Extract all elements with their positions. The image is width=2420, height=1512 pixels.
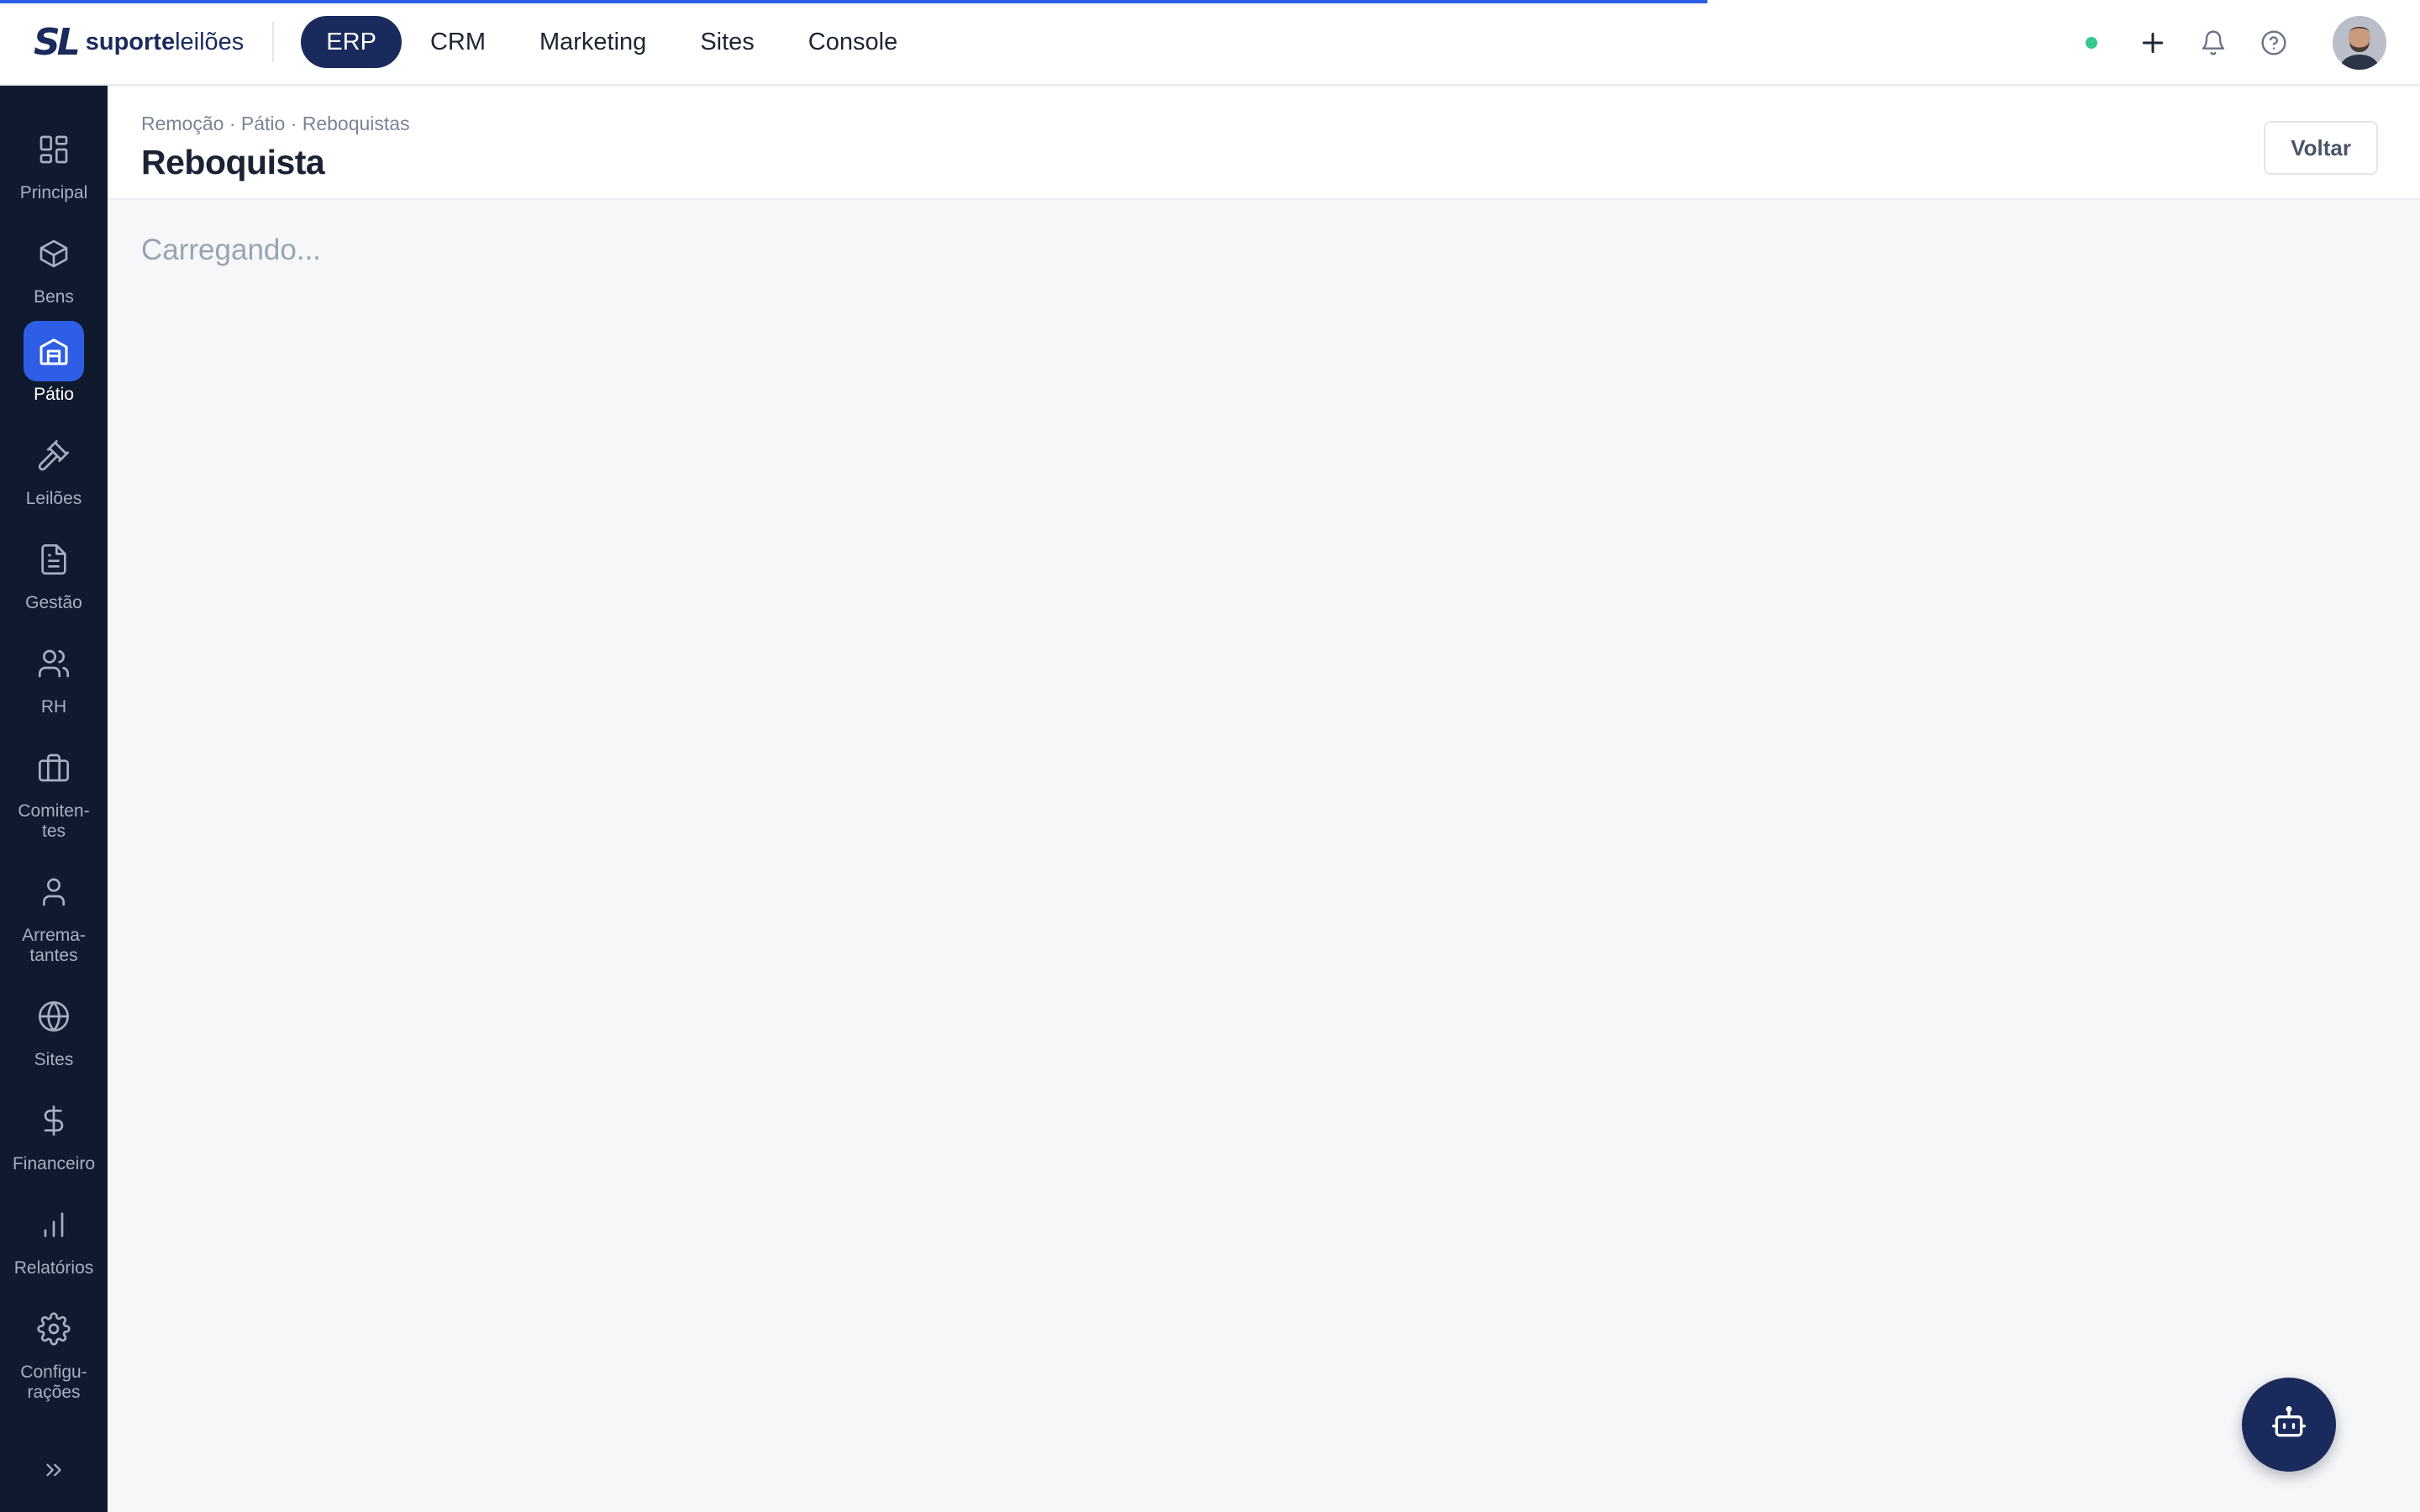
- assistant-bot-button[interactable]: [2242, 1378, 2336, 1472]
- globe-icon: [24, 986, 84, 1047]
- topnav-sites[interactable]: Sites: [675, 16, 779, 68]
- sidebar-item-bens[interactable]: Bens: [0, 223, 108, 307]
- sidebar-item-leiloes[interactable]: Leilões: [0, 425, 108, 509]
- grid-icon: [24, 119, 84, 180]
- avatar[interactable]: [2333, 16, 2386, 70]
- sidebar: Principal Bens Pátio Leilões Gestão RH C…: [0, 86, 108, 1512]
- sidebar-item-label: Comiten- tes: [18, 801, 90, 841]
- warehouse-icon: [24, 321, 84, 381]
- sidebar-item-label: Relatórios: [13, 1258, 94, 1278]
- page-header: Remoção · Pátio · Reboquistas Reboquista…: [108, 87, 2420, 200]
- user-icon: [24, 862, 84, 922]
- online-status-dot: [2086, 37, 2097, 49]
- sidebar-item-label: Arrema- tantes: [22, 926, 86, 965]
- top-bar: SL suporteleilões ERP CRM Marketing Site…: [0, 0, 2420, 86]
- loading-text: Carregando...: [141, 234, 322, 266]
- sidebar-item-label: Leilões: [25, 489, 82, 508]
- loading-progress-bar: [0, 0, 1707, 3]
- sidebar-item-label: Sites: [34, 1050, 74, 1069]
- sidebar-item-principal[interactable]: Principal: [0, 119, 108, 203]
- logo-text: suporteleilões: [85, 28, 245, 55]
- sidebar-item-financeiro[interactable]: Financeiro: [0, 1090, 108, 1174]
- box-icon: [24, 223, 84, 284]
- document-icon: [24, 529, 84, 590]
- logo-divider: [272, 22, 275, 62]
- dollar-icon: [24, 1090, 84, 1151]
- sidebar-item-sites[interactable]: Sites: [0, 986, 108, 1070]
- sidebar-item-label: Principal: [19, 183, 88, 202]
- topnav-crm[interactable]: CRM: [405, 16, 511, 68]
- sidebar-item-relatorios[interactable]: Relatórios: [0, 1194, 108, 1278]
- back-button[interactable]: Voltar: [2264, 121, 2378, 175]
- sidebar-item-label: Bens: [34, 287, 74, 307]
- sidebar-item-label: Financeiro: [12, 1154, 96, 1173]
- logo[interactable]: SL suporteleilões: [34, 17, 244, 67]
- sidebar-item-patio[interactable]: Pátio: [0, 321, 108, 405]
- users-icon: [24, 633, 84, 694]
- topnav-console[interactable]: Console: [783, 16, 923, 68]
- top-nav: ERP CRM Marketing Sites Console: [301, 16, 923, 68]
- gear-icon: [24, 1299, 84, 1359]
- bell-icon[interactable]: [2195, 24, 2232, 61]
- sidebar-item-label: Configu- rações: [20, 1362, 87, 1402]
- sidebar-item-comitentes[interactable]: Comiten- tes: [0, 738, 108, 842]
- gavel-icon: [24, 425, 84, 486]
- bar-chart-icon: [24, 1194, 84, 1255]
- plus-icon[interactable]: [2134, 24, 2171, 61]
- topnav-marketing[interactable]: Marketing: [514, 16, 671, 68]
- sidebar-item-label: Pátio: [34, 385, 74, 404]
- sidebar-item-arrematantes[interactable]: Arrema- tantes: [0, 862, 108, 966]
- sidebar-item-label: Gestão: [25, 593, 82, 612]
- robot-icon: [2270, 1404, 2307, 1446]
- chevrons-right-icon[interactable]: [37, 1453, 71, 1487]
- sidebar-item-gestao[interactable]: Gestão: [0, 529, 108, 613]
- breadcrumb[interactable]: Remoção · Pátio · Reboquistas: [141, 113, 410, 135]
- topnav-erp[interactable]: ERP: [301, 16, 402, 68]
- help-icon[interactable]: [2255, 24, 2292, 61]
- top-right-actions: [2086, 16, 2386, 70]
- briefcase-icon: [24, 738, 84, 798]
- page-title: Reboquista: [141, 143, 325, 181]
- sidebar-item-rh[interactable]: RH: [0, 633, 108, 717]
- logo-mark: SL: [34, 20, 81, 64]
- sidebar-item-configuracoes[interactable]: Configu- rações: [0, 1299, 108, 1403]
- sidebar-item-label: RH: [40, 697, 67, 717]
